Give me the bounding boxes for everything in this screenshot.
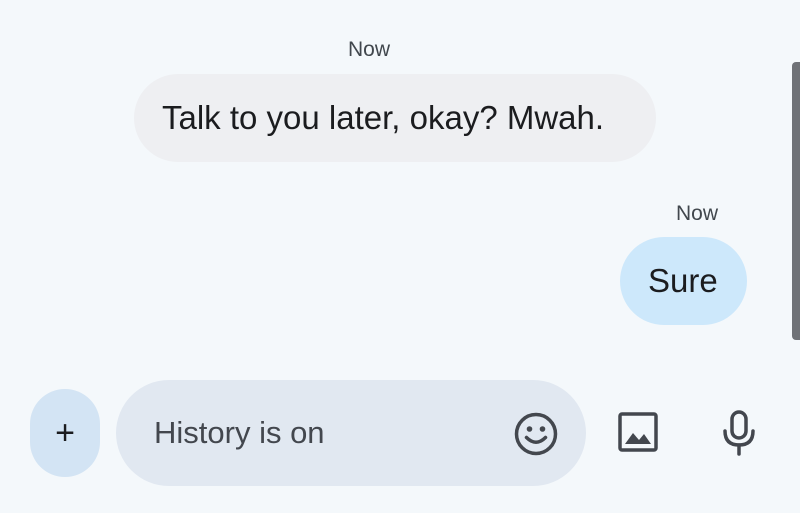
message-timestamp: Now xyxy=(348,38,391,61)
emoji-icon[interactable] xyxy=(513,411,559,457)
incoming-message-bubble[interactable]: Talk to you later, okay? Mwah. xyxy=(134,74,656,162)
plus-icon: + xyxy=(55,414,75,452)
message-text: Talk to you later, okay? Mwah. xyxy=(162,99,605,136)
conversation-screen: Now Talk to you later, okay? Mwah. Now S… xyxy=(0,0,800,513)
message-text: Sure xyxy=(648,262,718,299)
image-icon[interactable] xyxy=(617,411,659,453)
outgoing-message-bubble[interactable]: Sure xyxy=(620,237,747,325)
message-timestamp: Now xyxy=(676,202,719,225)
microphone-icon[interactable] xyxy=(721,410,757,456)
message-input-placeholder: History is on xyxy=(154,415,325,450)
scrollbar[interactable] xyxy=(792,62,800,340)
add-attachment-button[interactable]: + xyxy=(30,389,100,477)
